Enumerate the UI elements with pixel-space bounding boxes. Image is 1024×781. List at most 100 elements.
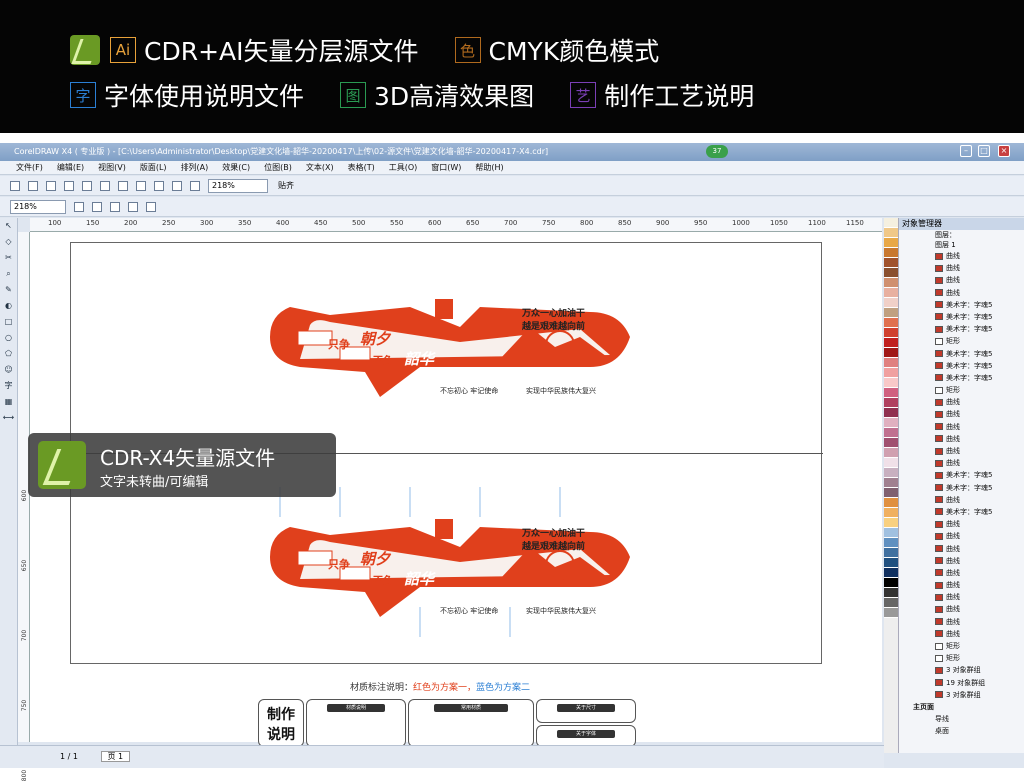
- zoom-combo-2[interactable]: 218%: [10, 199, 66, 214]
- palette-swatch[interactable]: [884, 518, 898, 528]
- close-button[interactable]: ×: [998, 145, 1010, 157]
- rectangle-tool-icon[interactable]: □: [0, 314, 17, 330]
- save-icon[interactable]: [46, 180, 56, 191]
- palette-swatch[interactable]: [884, 338, 898, 348]
- palette-swatch[interactable]: [884, 288, 898, 298]
- palette-swatch[interactable]: [884, 358, 898, 368]
- palette-swatch[interactable]: [884, 228, 898, 238]
- menu-item-5[interactable]: 效果(C): [222, 161, 250, 174]
- menu-item-8[interactable]: 表格(T): [348, 161, 375, 174]
- object-item[interactable]: 矩形: [899, 384, 1024, 396]
- ellipse-tool-icon[interactable]: ○: [0, 330, 17, 346]
- object-item[interactable]: 美术字：字魂5: [899, 372, 1024, 384]
- object-item[interactable]: 曲线: [899, 274, 1024, 286]
- object-item[interactable]: 曲线: [899, 396, 1024, 408]
- object-item[interactable]: 曲线: [899, 616, 1024, 628]
- menu-item-7[interactable]: 文本(X): [306, 161, 334, 174]
- object-item[interactable]: 美术字：字魂5: [899, 299, 1024, 311]
- object-item[interactable]: 美术字：字魂5: [899, 469, 1024, 481]
- object-item[interactable]: 曲线: [899, 567, 1024, 579]
- object-item[interactable]: 美术字：字魂5: [899, 360, 1024, 372]
- menu-item-11[interactable]: 帮助(H): [475, 161, 503, 174]
- object-item[interactable]: 曲线: [899, 530, 1024, 542]
- minimize-button[interactable]: –: [960, 145, 972, 157]
- palette-swatch[interactable]: [884, 508, 898, 518]
- palette-swatch[interactable]: [884, 538, 898, 548]
- palette-swatch[interactable]: [884, 278, 898, 288]
- object-item[interactable]: 曲线: [899, 579, 1024, 591]
- zoom-all-icon[interactable]: [128, 201, 138, 212]
- palette-swatch[interactable]: [884, 598, 898, 608]
- palette-swatch[interactable]: [884, 318, 898, 328]
- palette-swatch[interactable]: [884, 298, 898, 308]
- object-item[interactable]: 曲线: [899, 433, 1024, 445]
- palette-swatch[interactable]: [884, 608, 898, 618]
- palette-swatch[interactable]: [884, 498, 898, 508]
- freehand-tool-icon[interactable]: ✎: [0, 282, 17, 298]
- palette-swatch[interactable]: [884, 578, 898, 588]
- object-item[interactable]: 曲线: [899, 603, 1024, 615]
- export-icon[interactable]: [190, 180, 200, 191]
- object-item[interactable]: 曲线: [899, 555, 1024, 567]
- object-item[interactable]: 曲线: [899, 543, 1024, 555]
- object-item[interactable]: 美术字：字魂5: [899, 348, 1024, 360]
- menu-item-9[interactable]: 工具(O): [389, 161, 418, 174]
- object-item[interactable]: 曲线: [899, 408, 1024, 420]
- object-item[interactable]: 曲线: [899, 591, 1024, 603]
- master-page-node[interactable]: 主页面: [899, 701, 1024, 713]
- import-icon[interactable]: [172, 180, 182, 191]
- object-item[interactable]: 美术字：字魂5: [899, 323, 1024, 335]
- object-item[interactable]: 美术字：字魂5: [899, 482, 1024, 494]
- object-item[interactable]: 矩形: [899, 652, 1024, 664]
- palette-swatch[interactable]: [884, 238, 898, 248]
- zoom-selected-icon[interactable]: [110, 201, 120, 212]
- open-icon[interactable]: [28, 180, 38, 191]
- menu-item-6[interactable]: 位图(B): [264, 161, 292, 174]
- object-item[interactable]: 曲线: [899, 457, 1024, 469]
- redo-icon[interactable]: [154, 180, 164, 191]
- palette-swatch[interactable]: [884, 528, 898, 538]
- shape-tool-icon[interactable]: ◇: [0, 234, 17, 250]
- menu-item-4[interactable]: 排列(A): [181, 161, 209, 174]
- palette-swatch[interactable]: [884, 458, 898, 468]
- polygon-tool-icon[interactable]: ⬠: [0, 346, 17, 362]
- zoom-level-combo[interactable]: 218%: [208, 178, 268, 193]
- guides-node[interactable]: 导线: [899, 713, 1024, 725]
- palette-swatch[interactable]: [884, 328, 898, 338]
- object-item[interactable]: 矩形: [899, 640, 1024, 652]
- object-item[interactable]: 曲线: [899, 250, 1024, 262]
- notification-badge[interactable]: 37: [706, 145, 728, 158]
- palette-swatch[interactable]: [884, 448, 898, 458]
- palette-swatch[interactable]: [884, 418, 898, 428]
- object-item[interactable]: 曲线: [899, 287, 1024, 299]
- palette-swatch[interactable]: [884, 348, 898, 358]
- pick-tool-icon[interactable]: ↖: [0, 218, 17, 234]
- object-item[interactable]: 美术字：字魂5: [899, 506, 1024, 518]
- menu-item-0[interactable]: 文件(F): [16, 161, 43, 174]
- object-item[interactable]: 3 对象群组: [899, 664, 1024, 676]
- palette-swatch[interactable]: [884, 558, 898, 568]
- palette-swatch[interactable]: [884, 438, 898, 448]
- palette-swatch[interactable]: [884, 218, 898, 228]
- object-item[interactable]: 曲线: [899, 445, 1024, 457]
- palette-swatch[interactable]: [884, 378, 898, 388]
- object-item[interactable]: 19 对象群组: [899, 677, 1024, 689]
- dimension-tool-icon[interactable]: ⟷: [0, 410, 17, 426]
- crop-tool-icon[interactable]: ✂: [0, 250, 17, 266]
- palette-swatch[interactable]: [884, 398, 898, 408]
- object-item[interactable]: 曲线: [899, 262, 1024, 274]
- zoom-page-icon[interactable]: [146, 201, 156, 212]
- print-icon[interactable]: [64, 180, 74, 191]
- object-item[interactable]: 曲线: [899, 518, 1024, 530]
- palette-swatch[interactable]: [884, 588, 898, 598]
- undo-icon[interactable]: [136, 180, 146, 191]
- object-item[interactable]: 曲线: [899, 494, 1024, 506]
- snap-dropdown[interactable]: 贴齐: [278, 180, 294, 191]
- palette-swatch[interactable]: [884, 368, 898, 378]
- table-tool-icon[interactable]: ▦: [0, 394, 17, 410]
- text-tool-icon[interactable]: 字: [0, 378, 17, 394]
- zoom-tool-icon[interactable]: ⌕: [0, 266, 17, 282]
- zoom-in-icon[interactable]: [74, 201, 84, 212]
- desktop-node[interactable]: 桌面: [899, 725, 1024, 737]
- smart-fill-icon[interactable]: ◐: [0, 298, 17, 314]
